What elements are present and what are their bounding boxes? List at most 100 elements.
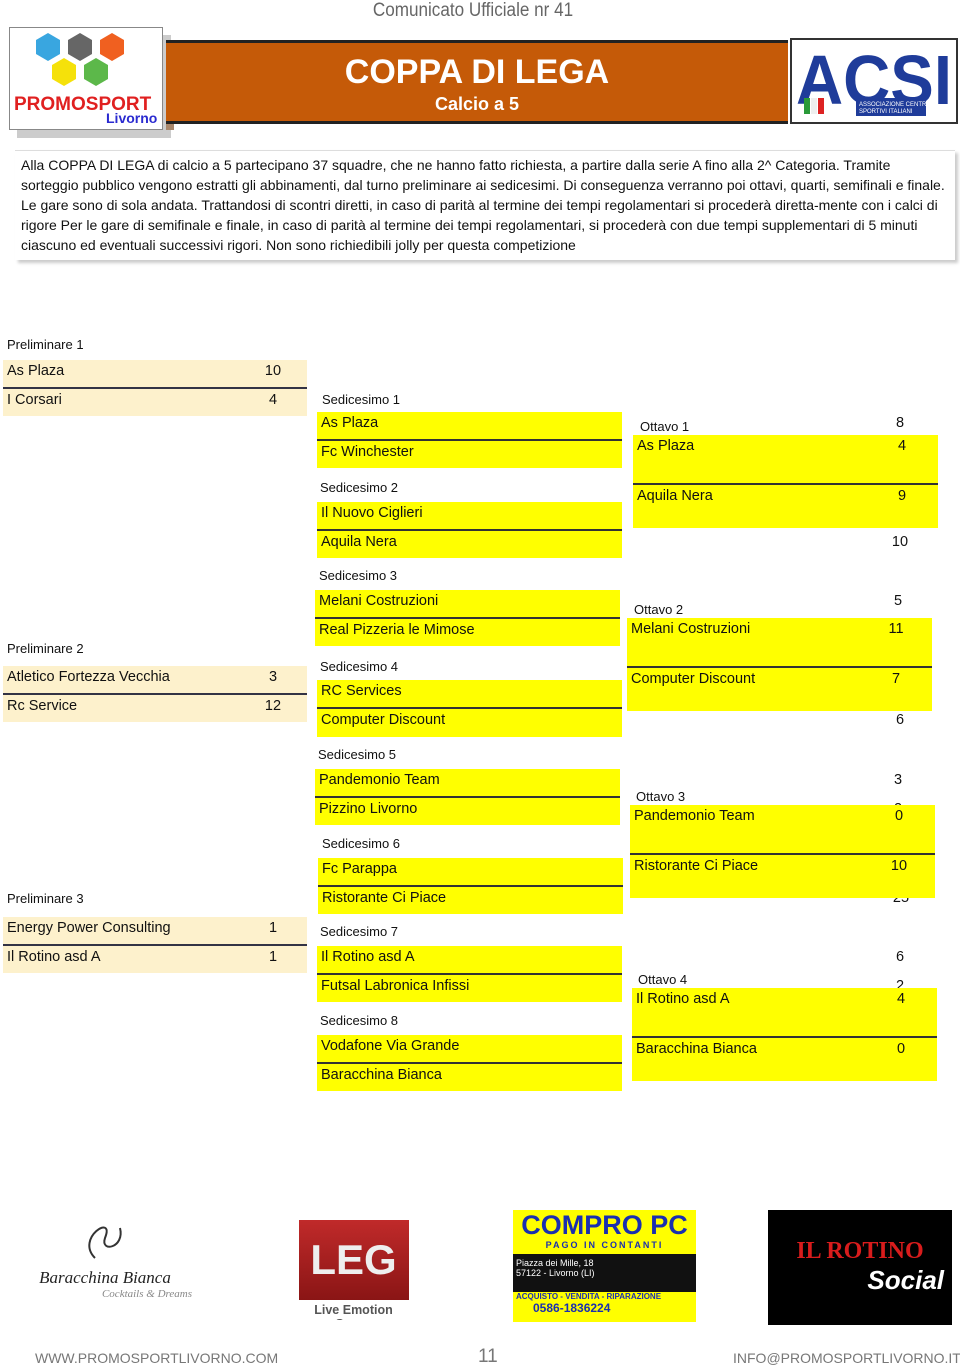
team-name: I Corsari	[7, 392, 62, 408]
team-name: Pizzino Livorno	[319, 801, 418, 817]
round-label: Preliminare 3	[7, 891, 84, 906]
footer-email[interactable]: INFO@PROMOSPORTLIVORNO.IT	[733, 1350, 960, 1366]
page: Comunicato Ufficiale nr 41 PROMOSPORT Li…	[0, 0, 960, 1366]
team-row: RC Services2	[317, 680, 904, 707]
team-score: 1	[268, 949, 278, 965]
team-row: Fc Parappa1	[318, 858, 905, 885]
team-score: 12	[264, 698, 282, 714]
sponsor-name: Baracchina Bianca	[39, 1268, 171, 1287]
team-name: Rc Service	[7, 698, 78, 714]
promosport-logo: PROMOSPORT Livorno	[9, 27, 163, 130]
team-score: 10	[264, 363, 282, 379]
acsi-logo: ACSI ASSOCIAZIONE CENTRI SPORTIVI ITALIA…	[790, 38, 958, 124]
team-name: Real Pizzeria le Mimose	[319, 622, 475, 638]
team-score: 8	[895, 415, 905, 431]
team-row: Il Rotino asd A 1	[3, 944, 307, 973]
sponsor-services: ACQUISTO - VENDITA - RIPARAZIONE	[516, 1292, 662, 1301]
team-name: Futsal Labronica Infissi	[321, 978, 470, 994]
team-name: Baracchina Bianca	[636, 1041, 757, 1057]
team-score: 3	[893, 772, 903, 788]
round-label: Sedicesimo 5	[318, 747, 397, 762]
sponsor-il-rotino: IL ROTINO Social	[768, 1210, 952, 1325]
team-score: 6	[895, 949, 905, 965]
team-row: Computer Discount 7	[627, 666, 932, 711]
team-name: Il Nuovo Ciglieri	[321, 505, 423, 521]
sponsor-tagline: Live Emotion Group	[314, 1303, 393, 1320]
team-name: Aquila Nera	[637, 488, 713, 504]
team-row: As Plaza 10	[3, 360, 307, 387]
team-name: Fc Winchester	[321, 444, 414, 460]
sponsor-tagline: PAGO IN CONTANTI	[545, 1240, 664, 1250]
round-label: Sedicesimo 7	[320, 924, 399, 939]
team-row: Il Rotino asd A 4	[632, 988, 937, 1036]
team-row: Pizzino Livorno2	[315, 796, 902, 825]
team-row: Il Nuovo Ciglieri9	[317, 502, 904, 529]
round-label: Sedicesimo 2	[320, 480, 399, 495]
team-name: As Plaza	[7, 363, 65, 379]
round-label: Sedicesimo 8	[320, 1013, 399, 1028]
sponsor-name: LEG	[298, 1220, 409, 1300]
page-title: COPPA DI LEGA	[344, 53, 610, 91]
team-score: 3	[268, 669, 278, 685]
team-name: As Plaza	[321, 415, 379, 431]
team-name: RC Services	[321, 683, 402, 699]
page-number: 11	[478, 1346, 498, 1366]
team-row: Baracchina Bianca 0	[632, 1036, 937, 1081]
team-score: 10	[891, 534, 909, 550]
round-label: Sedicesimo 6	[322, 836, 401, 851]
team-row: Pandemonio Team 3	[315, 769, 902, 796]
team-score: 9	[897, 488, 907, 504]
sponsor-name: IL ROTINO	[796, 1238, 924, 1264]
team-row: Aquila Nera 9	[633, 483, 938, 528]
round-label: Sedicesimo 1	[322, 392, 401, 407]
team-name: Computer Discount	[321, 712, 446, 728]
team-row: As Plaza 8	[317, 412, 904, 439]
team-score: 4	[268, 392, 278, 408]
sponsor-tagline: Social	[867, 1265, 944, 1295]
team-row: Pandemonio Team 0	[630, 805, 935, 853]
team-score: 4	[897, 438, 907, 454]
team-name: Energy Power Consulting	[7, 920, 171, 936]
team-name: Atletico Fortezza Vecchia	[7, 669, 170, 685]
team-row: Ristorante Ci Piace 25	[318, 885, 909, 914]
team-row: Computer Discount 6	[317, 707, 904, 737]
team-name: Baracchina Bianca	[321, 1067, 442, 1083]
intro-text: Alla COPPA DI LEGA di calcio a 5 parteci…	[15, 150, 955, 260]
page-subtitle: Calcio a 5	[434, 94, 520, 114]
team-row: Fc Winchester1	[317, 439, 904, 468]
team-row: Baracchina Bianca4	[317, 1062, 904, 1091]
team-score: 6	[895, 712, 905, 728]
team-row: Il Rotino asd A 6	[317, 946, 904, 973]
sponsor-name: COMPRO PC	[521, 1210, 688, 1240]
baracchina-monogram-icon	[88, 1226, 122, 1259]
team-row: Melani Costruzioni 11	[627, 618, 932, 666]
sponsor-tagline: Cocktails & Dreams	[101, 1288, 192, 1300]
team-name: Melani Costruzioni	[631, 621, 751, 637]
team-row: Real Pizzeria le Mimose3	[315, 617, 902, 646]
team-row: Rc Service 12	[3, 693, 307, 722]
team-score: 10	[890, 858, 908, 874]
svg-text:Livorno: Livorno	[106, 110, 157, 126]
team-name: Vodafone Via Grande	[321, 1038, 460, 1054]
team-name: Il Rotino asd A	[321, 949, 415, 965]
sponsor-city: 57122 - Livorno (LI)	[516, 1268, 595, 1278]
team-score: 0	[896, 1041, 906, 1057]
team-row: Energy Power Consulting 1	[3, 917, 307, 944]
team-row: Aquila Nera 10	[317, 529, 908, 558]
sponsor-live-emotion-group: LEG Live Emotion Group	[296, 1220, 411, 1320]
team-row: As Plaza 4	[633, 435, 938, 483]
svg-text:ASSOCIAZIONE CENTRI: ASSOCIAZIONE CENTRI	[859, 102, 928, 108]
title-banner: COPPA DI LEGA Calcio a 5	[166, 40, 788, 124]
team-name: Pandemonio Team	[634, 808, 755, 824]
sponsor-compro-pc: COMPRO PC PAGO IN CONTANTI Piazza dei Mi…	[513, 1210, 696, 1322]
sponsor-phone: 0586-1836224	[533, 1301, 611, 1315]
team-name: Computer Discount	[631, 671, 756, 687]
footer-website[interactable]: WWW.PROMOSPORTLIVORNO.COM	[35, 1350, 278, 1366]
team-row: I Corsari 4	[3, 387, 307, 416]
team-row: Melani Costruzioni 5	[315, 590, 902, 617]
team-name: Ristorante Ci Piace	[634, 858, 759, 874]
round-label: Preliminare 2	[7, 641, 84, 656]
team-row: Ristorante Ci Piace 10	[630, 853, 935, 898]
sponsor-address: Piazza dei Mille, 18	[516, 1258, 594, 1268]
round-label: Sedicesimo 3	[319, 568, 398, 583]
